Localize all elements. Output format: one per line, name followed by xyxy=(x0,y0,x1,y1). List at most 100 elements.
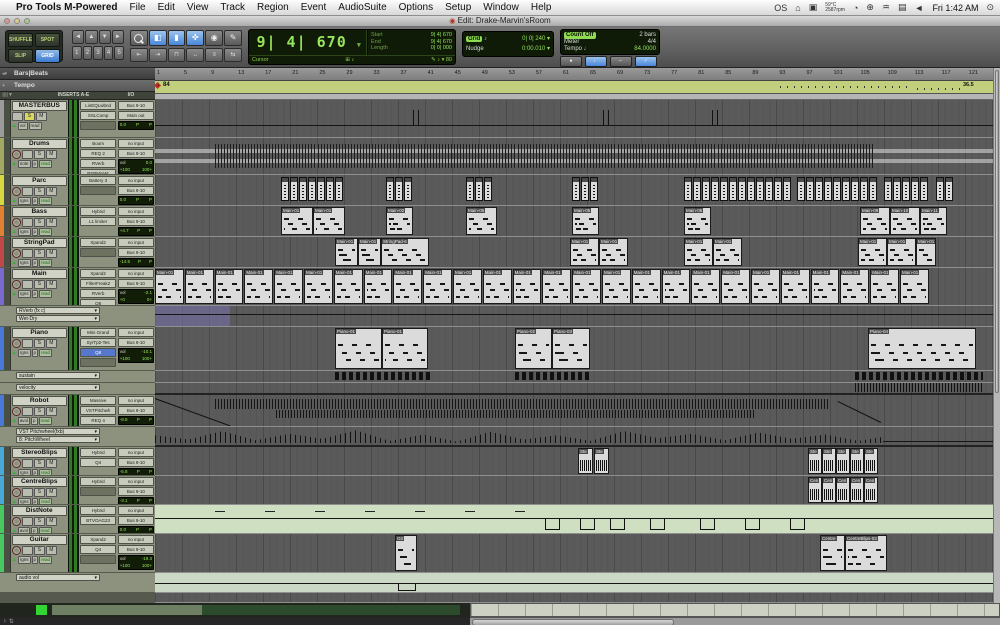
edit-lane-bass[interactable]: Main-01Main-01Main-02Main-05Main-05Main-… xyxy=(155,206,993,237)
menu-file[interactable]: File xyxy=(130,2,146,13)
perc-clip[interactable] xyxy=(756,177,764,201)
clip-Main-01[interactable]: Main-01 xyxy=(313,207,345,235)
clip-Main-05[interactable]: Main-05 xyxy=(466,207,497,235)
perc-clip[interactable] xyxy=(299,177,307,201)
track-view-selector[interactable]: rgns xyxy=(18,469,31,476)
volume-pan-display[interactable]: 0.0PP xyxy=(118,526,154,534)
track-expand-column[interactable] xyxy=(4,175,11,205)
clip-Main-10[interactable]: Main-10 xyxy=(890,207,920,235)
clip-CentreBlips-03[interactable]: CentreBlips-03 xyxy=(845,535,887,571)
midi-note-icon[interactable]: ♪ xyxy=(352,57,355,63)
perc-clip[interactable] xyxy=(572,177,580,201)
solo-button[interactable]: S xyxy=(34,407,45,416)
clip-Main-01[interactable]: Main-01 xyxy=(244,269,273,304)
perc-clip[interactable] xyxy=(920,177,928,201)
io-no-input[interactable]: no input xyxy=(118,396,154,405)
perc-clip[interactable] xyxy=(711,177,719,201)
automation-line[interactable] xyxy=(883,441,993,442)
insert-filterfreak2[interactable]: FilterFreak2 xyxy=(80,279,115,288)
automation-lane-velocity[interactable] xyxy=(155,383,993,395)
track-name[interactable]: Main xyxy=(12,269,67,279)
clip-Piano-02[interactable]: Piano-02 xyxy=(515,328,552,369)
io-bus-9-10[interactable]: Bus 9-10 xyxy=(118,101,154,110)
solo-button[interactable]: S xyxy=(34,280,45,289)
track-expand-column[interactable] xyxy=(4,138,11,174)
clip-Main-01[interactable]: Main-01 xyxy=(358,238,381,266)
clip-Main-01[interactable]: Main-01 xyxy=(684,238,713,266)
edit-lane-guitar[interactable]: GtrCentreCentreBlips-03 xyxy=(155,534,993,573)
clip-Main-01[interactable]: Main-01 xyxy=(542,269,571,304)
solo-button[interactable]: S xyxy=(34,150,45,159)
volume-pan-display[interactable]: vol-19.3+100100+ xyxy=(118,555,154,570)
track-header-parc[interactable]: ParcSM▲rgnspreadBattery 3no inputBus 9-1… xyxy=(0,175,155,206)
playlist-button[interactable]: p xyxy=(32,290,39,298)
clip-Main-01[interactable]: Main-01 xyxy=(887,238,916,266)
edit-lane-masterbus[interactable] xyxy=(155,100,993,138)
volume-pan-display[interactable]: vol-2.1+00+ xyxy=(118,289,154,304)
clip-Main-01[interactable]: Main-01 xyxy=(781,269,810,304)
mute-button[interactable]: M xyxy=(46,339,57,348)
insert-l1-limiter[interactable]: L1 limiter xyxy=(80,217,115,226)
perc-clip[interactable] xyxy=(833,177,841,201)
mute-button[interactable]: M xyxy=(46,150,57,159)
record-enable-button[interactable] xyxy=(12,249,21,258)
main-counter[interactable]: 9| 4| 670 ▼ xyxy=(249,30,367,55)
mute-button[interactable]: M xyxy=(46,249,57,258)
nudge-value[interactable]: 0:00.010 ▾ xyxy=(522,44,550,54)
clip-Ste[interactable]: Ste xyxy=(864,448,878,474)
tempo-conductor-button[interactable]: ✓ xyxy=(635,56,657,67)
spot-mode-button[interactable]: SPOT xyxy=(35,33,60,47)
display-icon[interactable]: ▣ xyxy=(809,2,818,13)
mute-button[interactable]: M xyxy=(36,112,47,121)
edit-lane-piano[interactable]: Piano-01Piano-01Piano-02Piano-03Piano-04 xyxy=(155,327,993,371)
automation-mode-button[interactable]: read xyxy=(39,160,52,168)
automation-lane-header[interactable]: sustain▾ xyxy=(0,371,155,383)
clip-Main-01[interactable]: Main-01 xyxy=(811,269,840,304)
insert-xpand2[interactable]: Xpand2 xyxy=(80,238,115,247)
track-view-button[interactable] xyxy=(22,459,33,468)
bottom-left-icons[interactable]: ⊦ ⇅ xyxy=(0,617,470,625)
io-no-input[interactable]: no input xyxy=(118,139,154,148)
perc-clip[interactable] xyxy=(783,177,791,201)
volume-pan-display[interactable]: -3.1PP xyxy=(118,497,154,505)
track-view-button[interactable] xyxy=(22,150,33,159)
playlist-button[interactable]: p xyxy=(32,228,39,236)
spotlight-icon[interactable]: ⊙ xyxy=(986,2,994,13)
perc-clip[interactable] xyxy=(765,177,773,201)
io-bus-9-10[interactable]: Bus 9-10 xyxy=(118,458,154,467)
insert-empty-slot[interactable] xyxy=(80,248,115,257)
playlist-button[interactable]: read xyxy=(29,122,42,130)
insert-empty-slot[interactable] xyxy=(80,487,115,496)
perc-clip[interactable] xyxy=(290,177,298,201)
track-expand-column[interactable] xyxy=(4,505,11,533)
io-no-input[interactable]: no input xyxy=(118,269,154,278)
insert-massive[interactable]: Massive xyxy=(80,396,115,405)
track-expand-column[interactable] xyxy=(4,447,11,475)
insert-vstpitchwh[interactable]: VSTPitchwh xyxy=(80,406,115,415)
horizontal-scrollbar[interactable] xyxy=(470,617,1000,625)
io-bus-9-10[interactable]: Bus 9-10 xyxy=(118,338,154,347)
automation-mode-button[interactable]: read xyxy=(39,469,52,476)
clip-Main-01[interactable]: Main-01 xyxy=(858,238,887,266)
clip-Main-05[interactable]: Main-05 xyxy=(572,207,599,235)
track-view-button[interactable] xyxy=(22,187,33,196)
track-view-button[interactable] xyxy=(22,517,33,526)
track-expand-column[interactable] xyxy=(4,268,11,305)
perc-clip[interactable] xyxy=(484,177,492,201)
clip-Ste[interactable]: Ste xyxy=(822,448,836,474)
menu-audiosuite[interactable]: AudioSuite xyxy=(338,2,386,13)
insert-q4[interactable]: Q4 xyxy=(80,545,115,554)
track-name[interactable]: Parc xyxy=(12,176,67,186)
track-view-button[interactable] xyxy=(22,488,33,497)
perc-clip[interactable] xyxy=(774,177,782,201)
track-name[interactable]: Piano xyxy=(12,328,67,338)
clip-Main-01[interactable]: Main-01 xyxy=(721,269,750,304)
menu-event[interactable]: Event xyxy=(301,2,327,13)
clip-Ste[interactable]: Ste xyxy=(808,448,822,474)
menu-clock[interactable]: Fri 1:42 AM xyxy=(932,3,978,13)
bars-beats-ruler[interactable]: 1591317212529333741454953576165697377818… xyxy=(155,68,993,81)
automation-lane-header[interactable]: velocity▾ xyxy=(0,383,155,395)
io-bus-9-10[interactable]: Bus 9-10 xyxy=(118,248,154,257)
track-name[interactable]: Bass xyxy=(12,207,67,217)
perc-clip[interactable] xyxy=(851,177,859,201)
